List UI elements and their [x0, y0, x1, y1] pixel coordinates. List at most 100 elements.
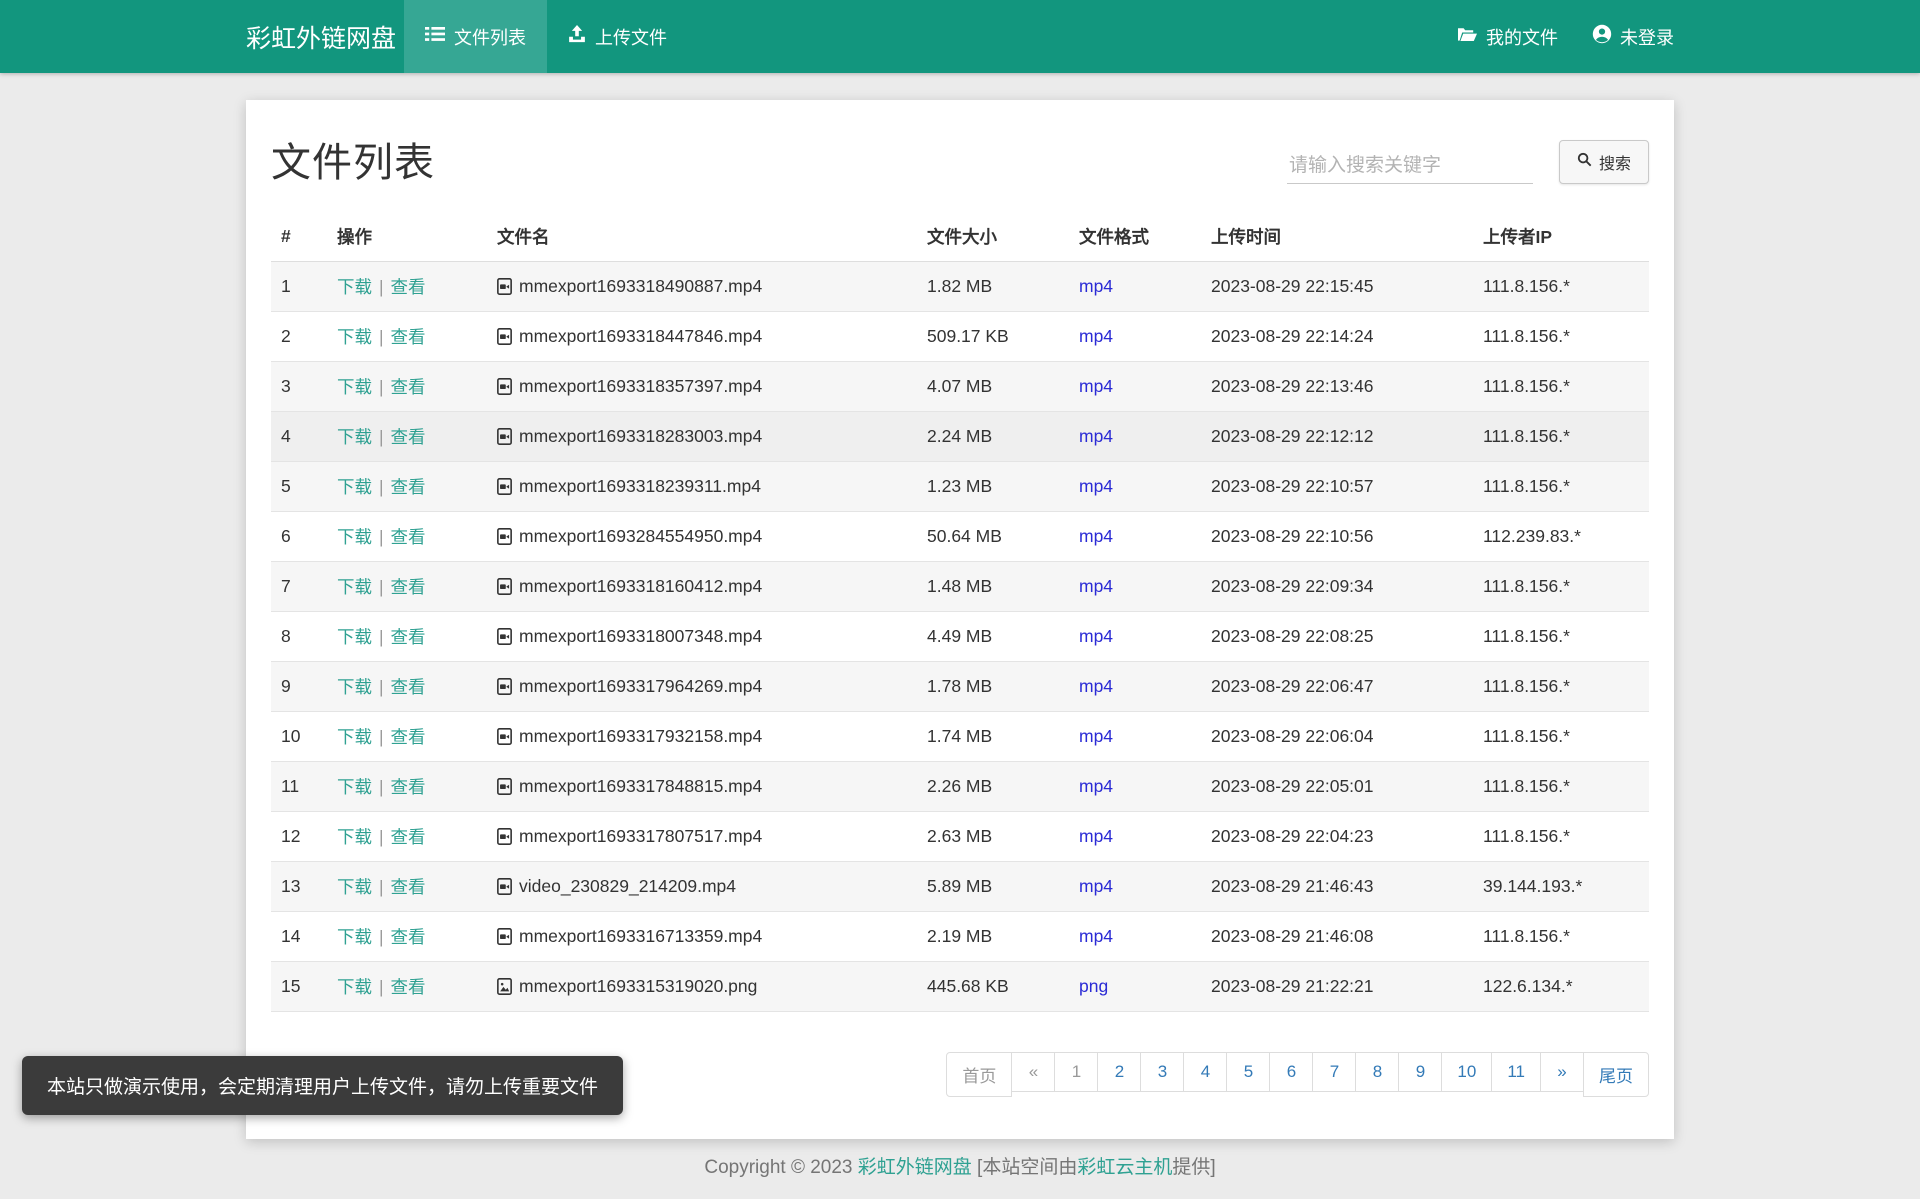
page-button[interactable]: 4 — [1183, 1052, 1227, 1092]
row-upload-time: 2023-08-29 22:10:57 — [1201, 462, 1473, 512]
row-index: 12 — [271, 812, 327, 862]
format-link[interactable]: mp4 — [1079, 776, 1113, 796]
row-uploader-ip: 111.8.156.* — [1473, 762, 1649, 812]
view-link[interactable]: 查看 — [391, 327, 426, 347]
page-button[interactable]: 2 — [1097, 1052, 1141, 1092]
file-name: mmexport1693318283003.mp4 — [519, 426, 762, 447]
view-link[interactable]: 查看 — [391, 477, 426, 497]
row-filename: mmexport1693318357397.mp4 — [487, 362, 917, 412]
site-link[interactable]: 彩虹外链网盘 — [858, 1157, 972, 1178]
row-filename: mmexport1693318239311.mp4 — [487, 462, 917, 512]
page-button[interactable]: 11 — [1491, 1052, 1541, 1092]
page-button[interactable]: 6 — [1269, 1052, 1313, 1092]
row-upload-time: 2023-08-29 22:06:04 — [1201, 712, 1473, 762]
col-actions: 操作 — [327, 212, 487, 262]
file-name: video_230829_214209.mp4 — [519, 876, 736, 897]
nav-tab-label: 上传文件 — [595, 24, 667, 50]
view-link[interactable]: 查看 — [391, 977, 426, 997]
download-link[interactable]: 下载 — [337, 377, 372, 397]
download-link[interactable]: 下载 — [337, 827, 372, 847]
row-index: 13 — [271, 862, 327, 912]
format-link[interactable]: mp4 — [1079, 526, 1113, 546]
row-upload-time: 2023-08-29 22:09:34 — [1201, 562, 1473, 612]
row-format: mp4 — [1069, 312, 1201, 362]
col-filesize: 文件大小 — [917, 212, 1069, 262]
download-link[interactable]: 下载 — [337, 577, 372, 597]
download-link[interactable]: 下载 — [337, 677, 372, 697]
action-separator: | — [372, 927, 391, 947]
format-link[interactable]: mp4 — [1079, 926, 1113, 946]
format-link[interactable]: mp4 — [1079, 726, 1113, 746]
file-video-icon — [497, 728, 512, 745]
view-link[interactable]: 查看 — [391, 727, 426, 747]
page-button: 1 — [1054, 1052, 1098, 1092]
col-index: # — [271, 212, 327, 262]
format-link[interactable]: mp4 — [1079, 376, 1113, 396]
row-uploader-ip: 111.8.156.* — [1473, 662, 1649, 712]
page-button[interactable]: 10 — [1441, 1052, 1492, 1092]
file-video-icon — [497, 928, 512, 945]
format-link[interactable]: mp4 — [1079, 476, 1113, 496]
login-status-link[interactable]: 未登录 — [1592, 24, 1674, 50]
col-format: 文件格式 — [1069, 212, 1201, 262]
page-button[interactable]: 8 — [1355, 1052, 1399, 1092]
pagination-item: 11 — [1492, 1052, 1541, 1097]
download-link[interactable]: 下载 — [337, 477, 372, 497]
row-filesize: 4.49 MB — [917, 612, 1069, 662]
format-link[interactable]: mp4 — [1079, 876, 1113, 896]
row-index: 6 — [271, 512, 327, 562]
row-index: 1 — [271, 262, 327, 312]
format-link[interactable]: png — [1079, 976, 1108, 996]
row-actions: 下载|查看 — [327, 512, 487, 562]
row-format: mp4 — [1069, 912, 1201, 962]
view-link[interactable]: 查看 — [391, 777, 426, 797]
download-link[interactable]: 下载 — [337, 977, 372, 997]
format-link[interactable]: mp4 — [1079, 426, 1113, 446]
download-link[interactable]: 下载 — [337, 727, 372, 747]
view-link[interactable]: 查看 — [391, 827, 426, 847]
page-button[interactable]: 5 — [1226, 1052, 1270, 1092]
page-button[interactable]: 7 — [1312, 1052, 1356, 1092]
format-link[interactable]: mp4 — [1079, 276, 1113, 296]
download-link[interactable]: 下载 — [337, 527, 372, 547]
page-button[interactable]: 9 — [1398, 1052, 1442, 1092]
nav-tab-upload[interactable]: 上传文件 — [547, 0, 688, 73]
format-link[interactable]: mp4 — [1079, 676, 1113, 696]
download-link[interactable]: 下载 — [337, 427, 372, 447]
brand-logo[interactable]: 彩虹外链网盘 — [246, 0, 396, 73]
view-link[interactable]: 查看 — [391, 627, 426, 647]
download-link[interactable]: 下载 — [337, 627, 372, 647]
file-name: mmexport1693317964269.mp4 — [519, 676, 762, 697]
view-link[interactable]: 查看 — [391, 277, 426, 297]
view-link[interactable]: 查看 — [391, 527, 426, 547]
page-button[interactable]: 3 — [1140, 1052, 1184, 1092]
my-files-link[interactable]: 我的文件 — [1457, 24, 1558, 50]
search-input[interactable] — [1287, 149, 1533, 184]
nav-tab-file-list[interactable]: 文件列表 — [404, 0, 547, 73]
host-link[interactable]: 彩虹云主机 — [1077, 1157, 1172, 1178]
view-link[interactable]: 查看 — [391, 427, 426, 447]
format-link[interactable]: mp4 — [1079, 326, 1113, 346]
view-link[interactable]: 查看 — [391, 577, 426, 597]
row-filename: mmexport1693318007348.mp4 — [487, 612, 917, 662]
download-link[interactable]: 下载 — [337, 877, 372, 897]
view-link[interactable]: 查看 — [391, 927, 426, 947]
file-video-icon — [497, 428, 512, 445]
format-link[interactable]: mp4 — [1079, 626, 1113, 646]
download-link[interactable]: 下载 — [337, 777, 372, 797]
search-button[interactable]: 搜索 — [1559, 140, 1649, 184]
table-row: 10下载|查看 mmexport1693317932158.mp41.74 MB… — [271, 712, 1649, 762]
page-button[interactable]: » — [1540, 1052, 1584, 1092]
view-link[interactable]: 查看 — [391, 677, 426, 697]
view-link[interactable]: 查看 — [391, 877, 426, 897]
row-index: 4 — [271, 412, 327, 462]
download-link[interactable]: 下载 — [337, 927, 372, 947]
download-link[interactable]: 下载 — [337, 327, 372, 347]
row-filename: mmexport1693317964269.mp4 — [487, 662, 917, 712]
format-link[interactable]: mp4 — [1079, 576, 1113, 596]
download-link[interactable]: 下载 — [337, 277, 372, 297]
format-link[interactable]: mp4 — [1079, 826, 1113, 846]
page-button[interactable]: 尾页 — [1583, 1052, 1649, 1097]
view-link[interactable]: 查看 — [391, 377, 426, 397]
action-separator: | — [372, 877, 391, 897]
